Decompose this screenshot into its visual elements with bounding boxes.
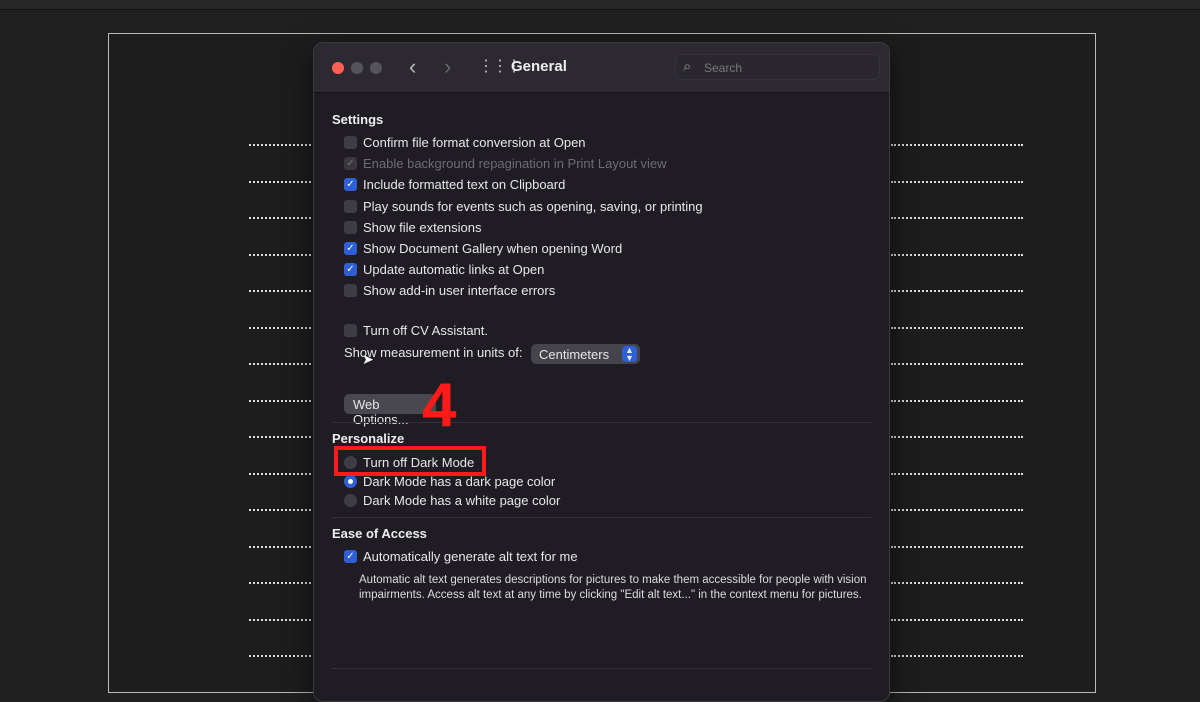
alt-text-description: Automatic alt text generates description… xyxy=(359,574,867,601)
text-placeholder-line xyxy=(249,217,311,219)
text-placeholder-line xyxy=(891,399,1023,402)
checkbox-label: Confirm file format conversion at Open xyxy=(363,135,586,150)
ease-heading: Ease of Access xyxy=(332,526,427,541)
checkbox-label: Show file extensions xyxy=(363,219,482,235)
checkbox-label: Include formatted text on Clipboard xyxy=(363,177,566,193)
cv-assistant-checkbox[interactable]: Turn off CV Assistant. xyxy=(344,323,488,338)
checkbox-label: Show Document Gallery when opening Word xyxy=(363,241,623,256)
mouse-cursor-icon: ➤ xyxy=(362,351,374,367)
window-title: General xyxy=(511,58,567,75)
checkbox-label: Update automatic links at Open xyxy=(363,262,545,278)
text-placeholder-line xyxy=(249,509,311,511)
checkbox-icon xyxy=(344,136,357,149)
divider xyxy=(332,517,871,518)
title-bar: ‹ › ⋮⋮⋮ General ⌕ Search xyxy=(314,43,889,93)
units-select[interactable]: Centimeters ▲ ▼ xyxy=(531,344,640,364)
text-placeholder-line xyxy=(249,618,311,621)
forward-icon[interactable]: › xyxy=(444,54,451,80)
divider xyxy=(332,668,871,669)
checkbox-icon xyxy=(344,220,357,234)
text-placeholder-line xyxy=(891,472,1023,475)
text-placeholder-line xyxy=(891,582,1023,584)
checkbox-icon xyxy=(344,199,357,213)
close-button[interactable] xyxy=(332,62,344,74)
checkbox-icon: ✓ xyxy=(344,263,357,277)
alt-text-checkbox[interactable]: ✓ Automatically generate alt text for me xyxy=(344,549,578,564)
settings-checkbox[interactable]: Play sounds for events such as opening, … xyxy=(344,199,703,214)
divider xyxy=(332,422,871,423)
checkbox-icon: ✓ xyxy=(344,157,357,171)
text-placeholder-line xyxy=(891,363,1023,365)
chevron-updown-icon: ▲ ▼ xyxy=(622,346,637,363)
search-placeholder: Search xyxy=(704,61,743,75)
text-placeholder-line xyxy=(891,509,1023,511)
settings-checkbox[interactable]: ✓ Show Document Gallery when opening Word xyxy=(344,241,622,256)
preferences-window: ‹ › ⋮⋮⋮ General ⌕ Search Settings Confir… xyxy=(313,42,890,702)
white-page-color-radio[interactable]: Dark Mode has a white page color xyxy=(344,493,560,508)
checkbox-icon: ✓ xyxy=(344,242,357,255)
checkbox-label: Enable background repagination in Print … xyxy=(363,156,667,172)
text-placeholder-line xyxy=(249,545,311,548)
settings-checkbox[interactable]: ✓ Update automatic links at Open xyxy=(344,262,544,277)
app-toolbar xyxy=(0,0,1200,10)
text-placeholder-line xyxy=(249,253,311,256)
personalize-heading: Personalize xyxy=(332,431,405,446)
settings-checkbox[interactable]: ✓ Include formatted text on Clipboard xyxy=(344,177,565,192)
text-placeholder-line xyxy=(249,144,311,146)
text-placeholder-line xyxy=(249,472,311,475)
text-placeholder-line xyxy=(249,180,311,183)
zoom-button[interactable] xyxy=(370,62,382,74)
search-input[interactable]: ⌕ Search xyxy=(675,54,880,80)
search-icon: ⌕ xyxy=(683,58,692,75)
text-placeholder-line xyxy=(891,253,1023,256)
text-placeholder-line xyxy=(249,436,311,438)
settings-heading: Settings xyxy=(332,112,384,127)
text-placeholder-line xyxy=(891,655,1023,657)
text-placeholder-line xyxy=(891,217,1023,219)
text-placeholder-line xyxy=(891,180,1023,183)
step-number: 4 xyxy=(422,371,457,440)
text-placeholder-line xyxy=(891,290,1023,292)
settings-checkbox[interactable]: Show file extensions xyxy=(344,220,482,235)
text-placeholder-line xyxy=(249,399,311,402)
text-placeholder-line xyxy=(891,436,1023,438)
checkbox-icon xyxy=(344,284,357,298)
back-icon[interactable]: ‹ xyxy=(409,54,416,80)
text-placeholder-line xyxy=(249,582,311,584)
text-placeholder-line xyxy=(891,144,1023,146)
text-placeholder-line xyxy=(249,655,311,657)
text-placeholder-line xyxy=(891,618,1023,621)
text-placeholder-line xyxy=(249,290,311,292)
checkbox-icon: ✓ xyxy=(344,178,357,192)
settings-checkbox[interactable]: Show add-in user interface errors xyxy=(344,283,555,298)
dark-page-color-radio[interactable]: Dark Mode has a dark page color xyxy=(344,474,555,489)
settings-checkbox: ✓ Enable background repagination in Print… xyxy=(344,156,667,171)
checkbox-label: Show add-in user interface errors xyxy=(363,283,556,299)
settings-checkbox[interactable]: Confirm file format conversion at Open xyxy=(344,135,586,150)
checkbox-label: Play sounds for events such as opening, … xyxy=(363,198,703,214)
minimize-button[interactable] xyxy=(351,62,363,74)
text-placeholder-line xyxy=(891,326,1023,329)
text-placeholder-line xyxy=(249,363,311,365)
text-placeholder-line xyxy=(249,326,311,329)
text-placeholder-line xyxy=(891,545,1023,548)
highlight-box xyxy=(334,446,486,476)
